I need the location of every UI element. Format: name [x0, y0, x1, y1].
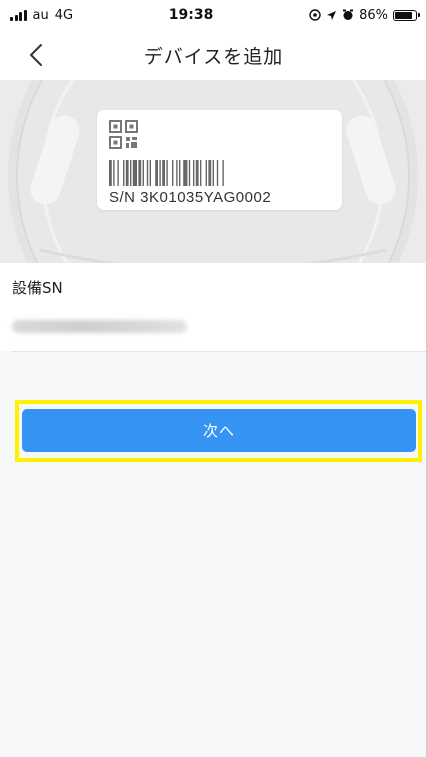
status-bar: au 4G 19:38 86% [0, 0, 427, 30]
sn-label-card: S/N 3K01035YAG0002 [97, 110, 342, 210]
next-button[interactable]: 次へ [22, 409, 416, 452]
status-bar-left: au 4G [10, 8, 73, 23]
back-button[interactable] [18, 36, 54, 74]
device-image: S/N 3K01035YAG0002 [0, 80, 427, 263]
divider [12, 351, 427, 352]
sn-input[interactable] [12, 311, 412, 341]
network-label: 4G [54, 7, 74, 23]
nav-bar: デバイスを追加 [0, 30, 427, 80]
location-arrow-icon [327, 10, 337, 20]
barcode-icon [109, 160, 224, 186]
battery-fill [395, 11, 413, 19]
chevron-left-icon [30, 44, 42, 66]
page-title: デバイスを追加 [143, 45, 284, 68]
location-lock-icon [309, 9, 321, 21]
signal-icon [10, 9, 27, 21]
status-bar-right: 86% [309, 7, 420, 23]
sn-section: 設備SN [0, 263, 427, 351]
sn-blurred-value [12, 320, 187, 333]
sn-field-label: 設備SN [12, 279, 63, 297]
battery-icon [393, 9, 420, 21]
status-time: 19:38 [168, 7, 214, 23]
carrier-label: au [32, 7, 49, 23]
battery-percent: 86% [359, 7, 388, 23]
alarm-icon [343, 9, 354, 20]
sn-label-text: S/N 3K01035YAG0002 [109, 189, 272, 206]
qr-code-icon [109, 120, 138, 149]
